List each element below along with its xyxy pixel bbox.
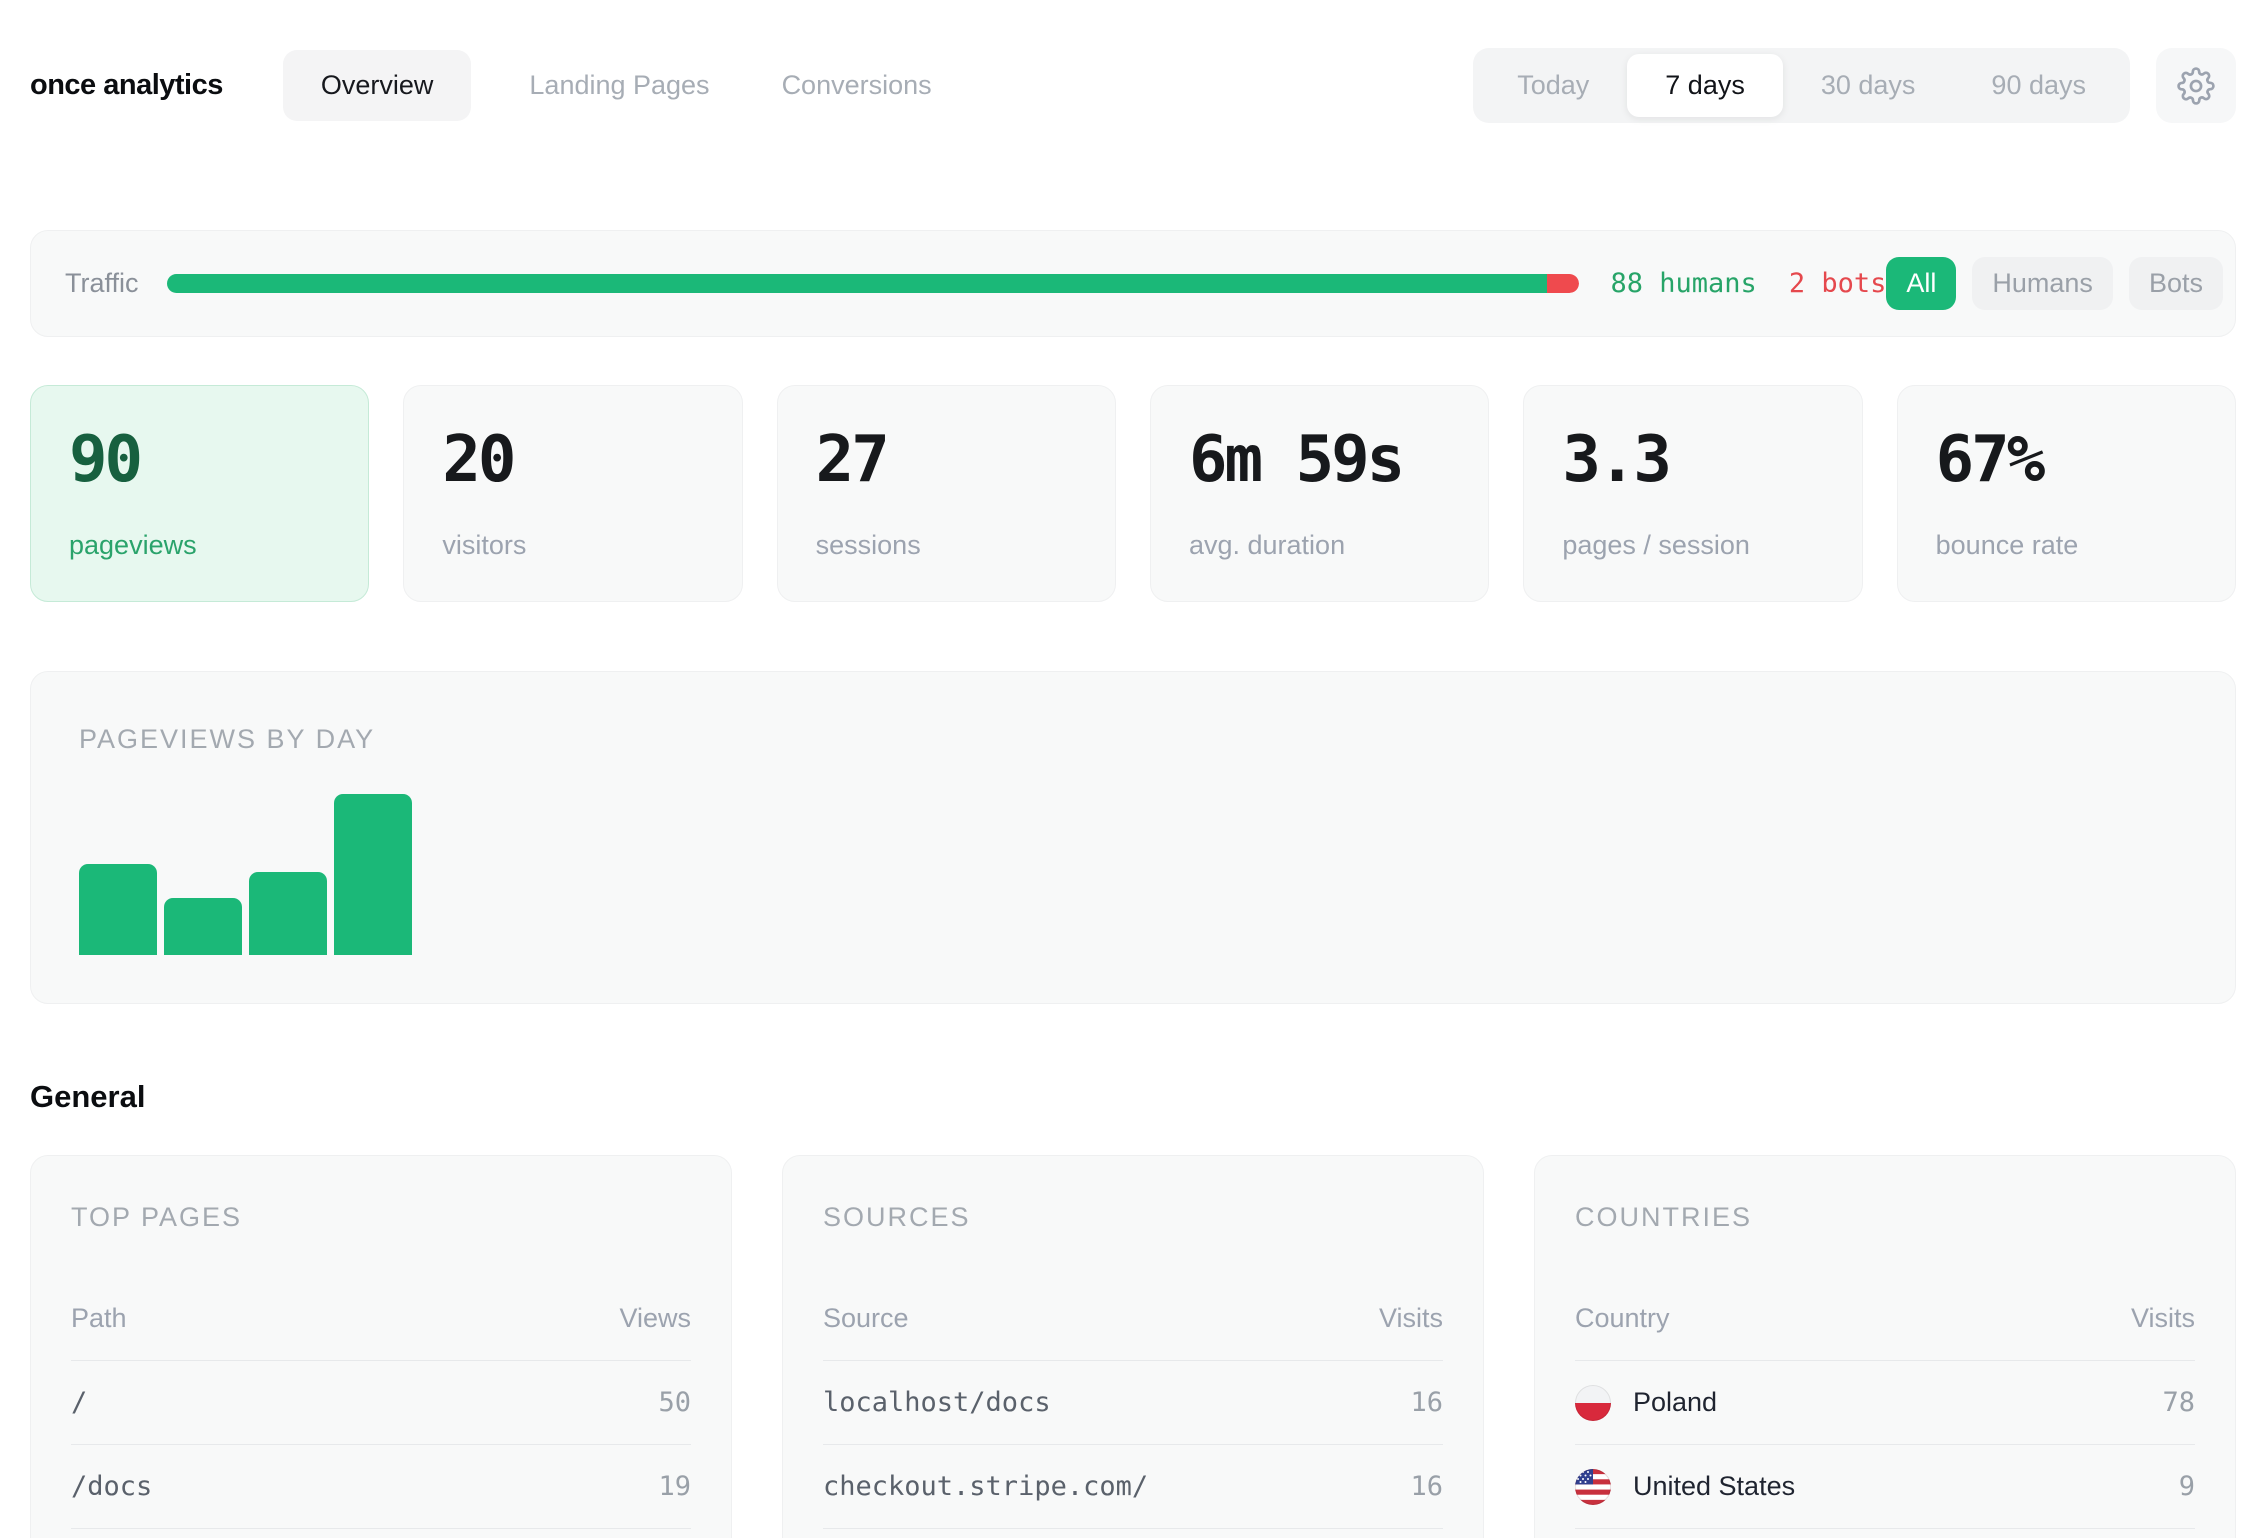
countries-title: COUNTRIES — [1575, 1202, 2195, 1233]
stat-label: avg. duration — [1189, 530, 1450, 561]
date-range-control: Today 7 days 30 days 90 days — [1473, 48, 2130, 123]
top-pages-card: TOP PAGES Path Views / 50 /docs 19 — [30, 1155, 732, 1538]
stat-card-bounce-rate[interactable]: 67% bounce rate — [1897, 385, 2236, 602]
chart-bar — [79, 864, 157, 955]
country-name: United States — [1633, 1471, 1795, 1502]
source-name: localhost/docs — [823, 1387, 1051, 1418]
stat-value: 27 — [816, 428, 1077, 492]
page-path: / — [71, 1387, 87, 1418]
traffic-card: Traffic 88 humans 2 bots All Humans Bots — [30, 230, 2236, 337]
general-cards: TOP PAGES Path Views / 50 /docs 19 SOURC… — [30, 1155, 2236, 1538]
traffic-label: Traffic — [65, 268, 139, 299]
filter-all-button[interactable]: All — [1886, 257, 1956, 310]
stat-value: 6m 59s — [1189, 428, 1450, 492]
humans-count: 88 humans — [1611, 268, 1757, 299]
column-path: Path — [71, 1303, 127, 1334]
app-logo: once analytics — [30, 69, 223, 102]
stat-card-pageviews[interactable]: 90 pageviews — [30, 385, 369, 602]
stat-card-pages-per-session[interactable]: 3.3 pages / session — [1523, 385, 1862, 602]
table-row: checkout.stripe.com/ 16 — [823, 1445, 1443, 1529]
pageviews-chart-card: PAGEVIEWS BY DAY — [30, 671, 2236, 1004]
poland-flag-icon — [1575, 1385, 1611, 1421]
gear-icon — [2177, 67, 2215, 105]
general-section-heading: General — [30, 1079, 2236, 1115]
filter-humans-button[interactable]: Humans — [1972, 257, 2113, 310]
stat-card-sessions[interactable]: 27 sessions — [777, 385, 1116, 602]
column-country: Country — [1575, 1303, 1670, 1334]
chart-bar — [164, 898, 242, 955]
stat-label: pages / session — [1562, 530, 1823, 561]
stat-label: sessions — [816, 530, 1077, 561]
range-7-days[interactable]: 7 days — [1627, 54, 1783, 117]
stat-value: 90 — [69, 428, 330, 492]
chart-title: PAGEVIEWS BY DAY — [79, 724, 2187, 755]
settings-button[interactable] — [2156, 48, 2236, 123]
sources-title: SOURCES — [823, 1202, 1443, 1233]
filter-bots-button[interactable]: Bots — [2129, 257, 2223, 310]
table-row: Poland 78 — [1575, 1361, 2195, 1445]
analytics-dashboard: once analytics Overview Landing Pages Co… — [0, 48, 2266, 1538]
header: once analytics Overview Landing Pages Co… — [30, 48, 2236, 123]
traffic-bar-humans — [167, 274, 1548, 293]
sources-card: SOURCES Source Visits localhost/docs 16 … — [782, 1155, 1484, 1538]
country-visits: 78 — [2162, 1387, 2195, 1418]
page-path: /docs — [71, 1471, 152, 1502]
stat-value: 20 — [442, 428, 703, 492]
table-row: United States 9 — [1575, 1445, 2195, 1529]
sources-header: Source Visits — [823, 1303, 1443, 1361]
column-visits: Visits — [1379, 1303, 1443, 1334]
countries-card: COUNTRIES Country Visits — [1534, 1155, 2236, 1538]
top-pages-title: TOP PAGES — [71, 1202, 691, 1233]
table-row: / 50 — [71, 1361, 691, 1445]
stats-row: 90 pageviews 20 visitors 27 sessions 6m … — [30, 385, 2236, 602]
traffic-bar-bots — [1547, 274, 1578, 293]
range-today[interactable]: Today — [1479, 54, 1627, 117]
country-name: Poland — [1633, 1387, 1717, 1418]
tab-overview[interactable]: Overview — [283, 50, 472, 121]
source-visits: 16 — [1410, 1387, 1443, 1418]
bots-count: 2 bots — [1789, 268, 1887, 299]
range-90-days[interactable]: 90 days — [1953, 54, 2124, 117]
chart-bar — [334, 794, 412, 955]
countries-header: Country Visits — [1575, 1303, 2195, 1361]
chart-bar — [249, 872, 327, 955]
column-visits: Visits — [2131, 1303, 2195, 1334]
traffic-filter-group: All Humans Bots — [1886, 257, 2223, 310]
source-name: checkout.stripe.com/ — [823, 1471, 1148, 1502]
page-views: 19 — [658, 1471, 691, 1502]
country-cell: United States — [1575, 1469, 1795, 1505]
bar-chart — [79, 794, 2187, 955]
stat-value: 3.3 — [1562, 428, 1823, 492]
stat-card-avg-duration[interactable]: 6m 59s avg. duration — [1150, 385, 1489, 602]
top-pages-header: Path Views — [71, 1303, 691, 1361]
main-nav: Overview Landing Pages Conversions — [283, 50, 946, 121]
column-views: Views — [619, 1303, 691, 1334]
source-visits: 16 — [1410, 1471, 1443, 1502]
table-row: /docs 19 — [71, 1445, 691, 1529]
country-visits: 9 — [2179, 1471, 2195, 1502]
stat-label: visitors — [442, 530, 703, 561]
tab-landing-pages[interactable]: Landing Pages — [515, 50, 723, 121]
united-states-flag-icon — [1575, 1469, 1611, 1505]
tab-conversions[interactable]: Conversions — [768, 50, 946, 121]
stat-label: bounce rate — [1936, 530, 2197, 561]
country-cell: Poland — [1575, 1385, 1717, 1421]
traffic-progress-bar — [167, 274, 1579, 293]
stat-label: pageviews — [69, 530, 330, 561]
page-views: 50 — [658, 1387, 691, 1418]
range-30-days[interactable]: 30 days — [1783, 54, 1954, 117]
stat-value: 67% — [1936, 428, 2197, 492]
column-source: Source — [823, 1303, 909, 1334]
table-row: localhost/docs 16 — [823, 1361, 1443, 1445]
stat-card-visitors[interactable]: 20 visitors — [403, 385, 742, 602]
